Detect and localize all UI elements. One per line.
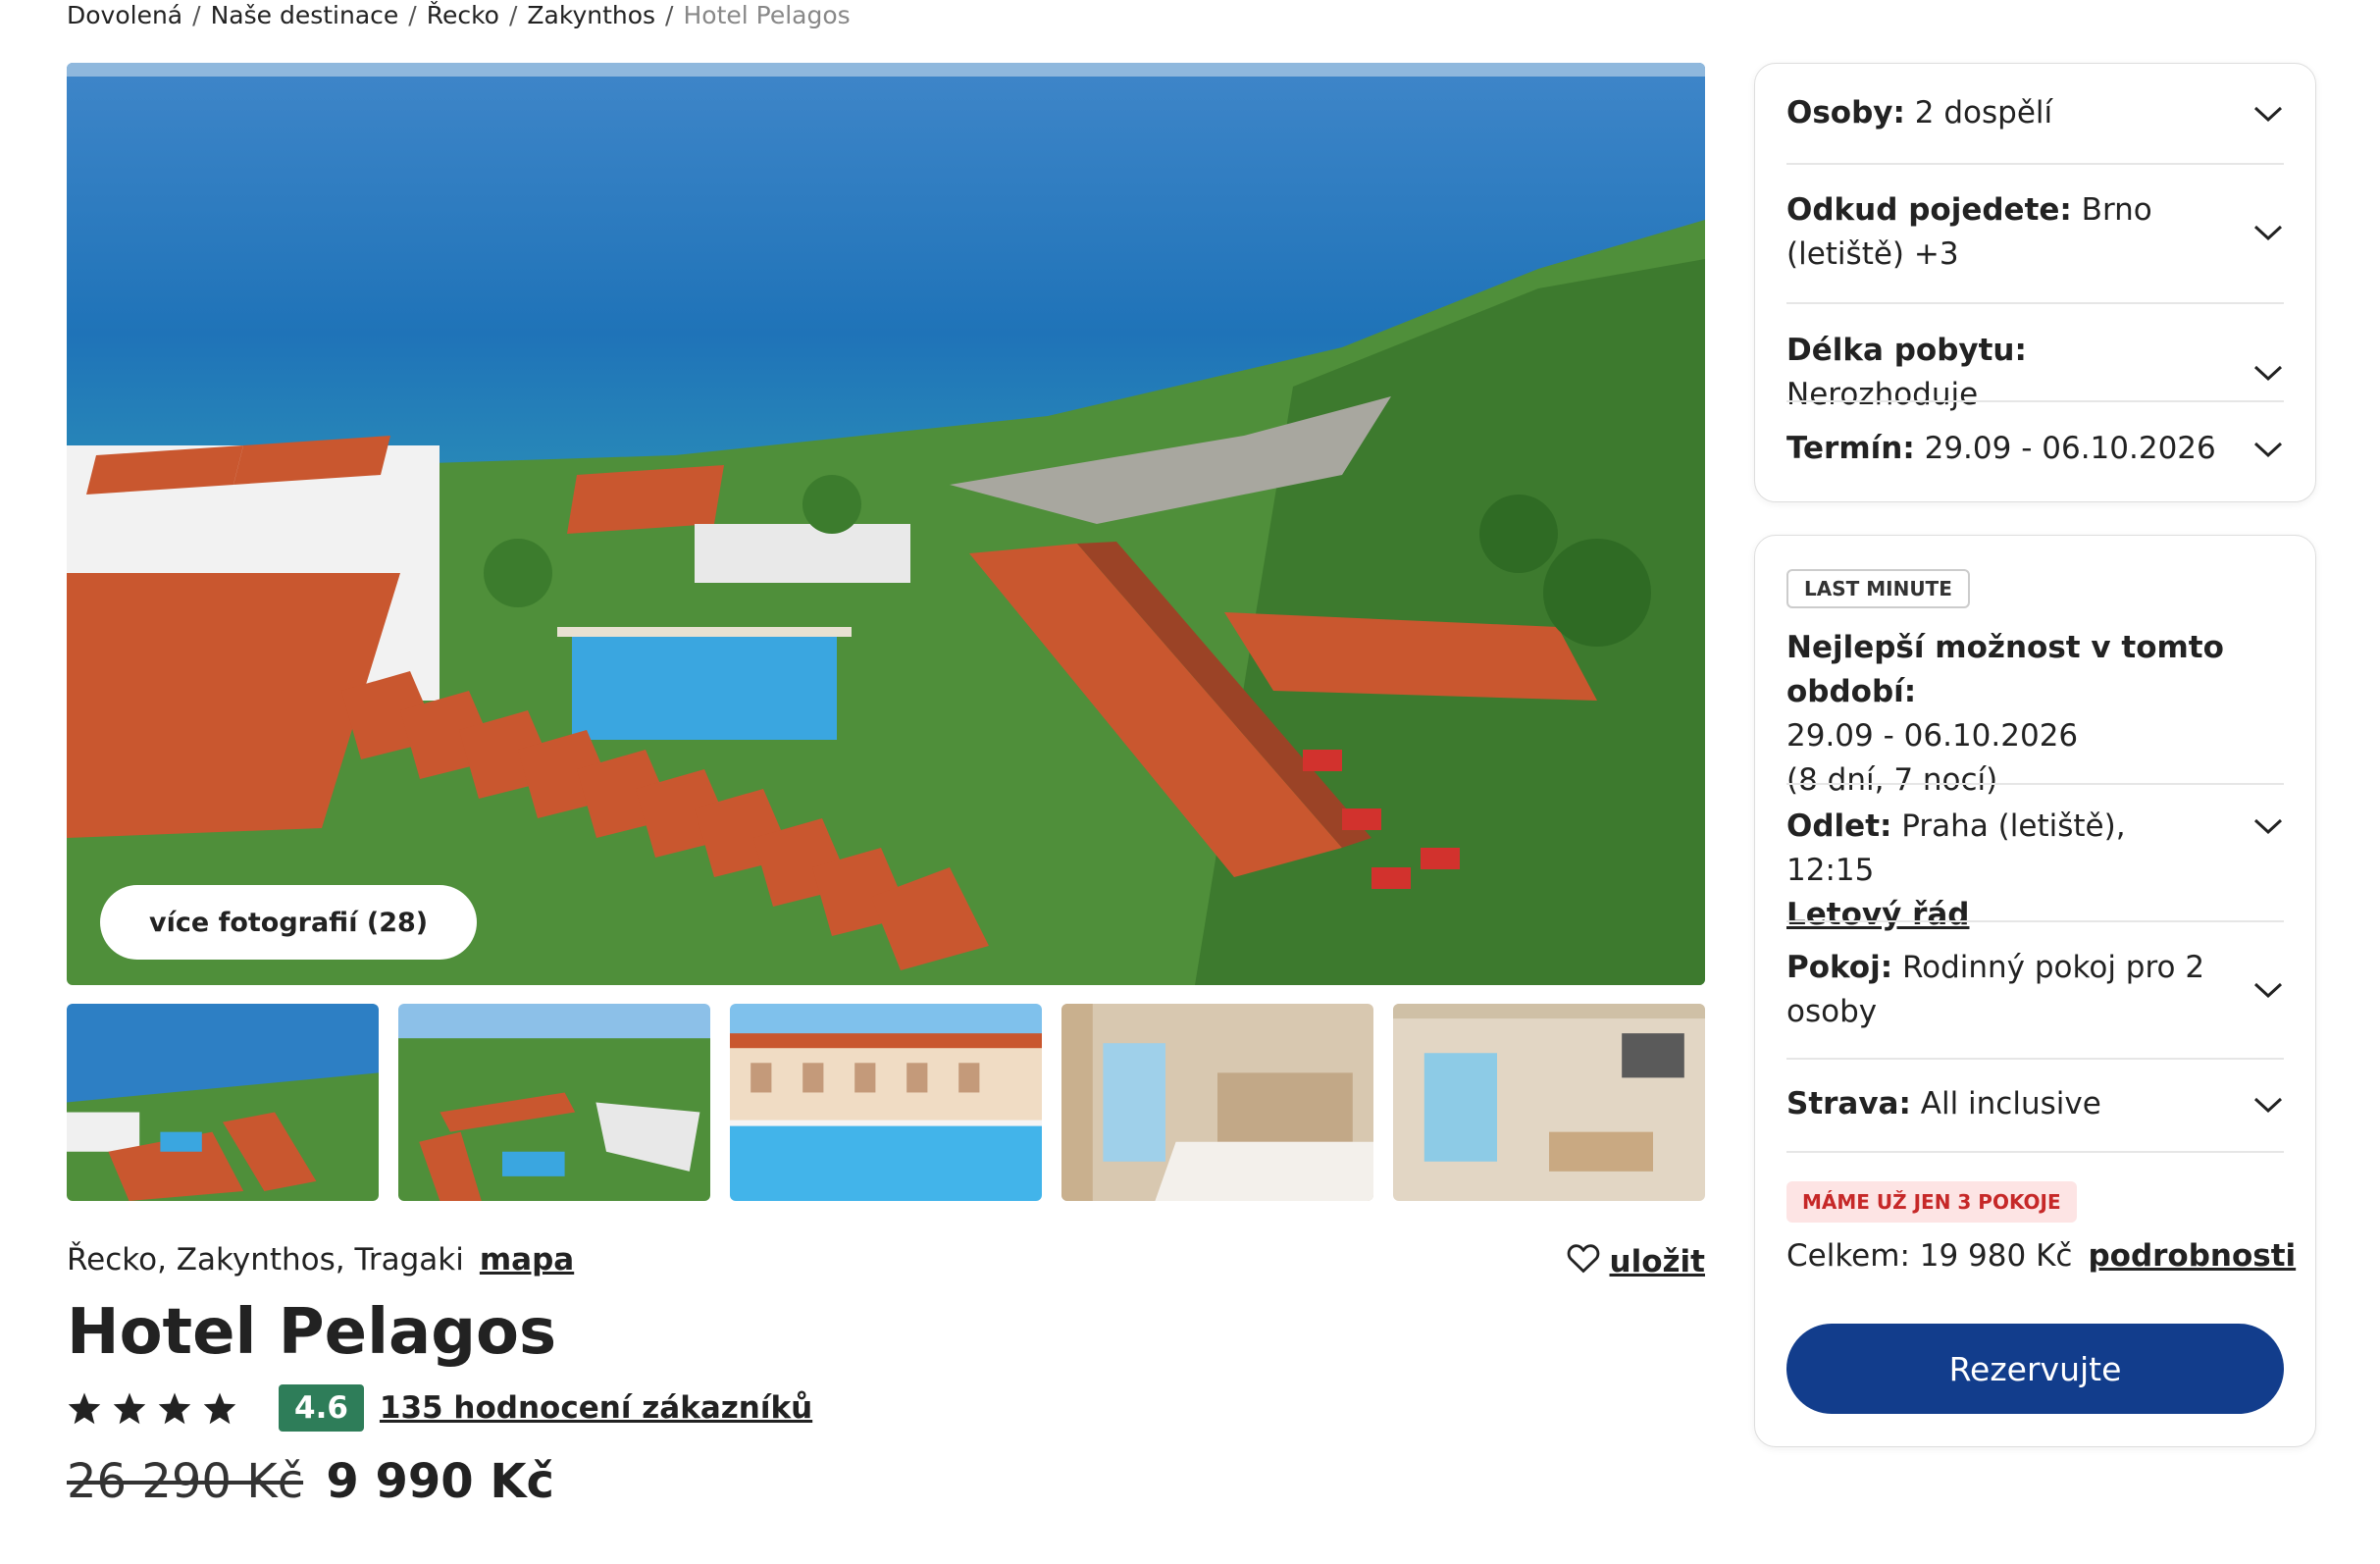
divider [1786, 783, 2284, 785]
total-price: Celkem: 19 980 Kč [1786, 1238, 2073, 1274]
divider [1786, 920, 2284, 922]
chevron-down-icon [2253, 1097, 2283, 1113]
details-link[interactable]: podrobnosti [2088, 1234, 2296, 1278]
thumbnail-room-tv-photo [1393, 1004, 1705, 1201]
hotel-stars [67, 1391, 237, 1425]
stay-length-select[interactable]: Délka pobytu: Nerozhoduje [1786, 329, 2284, 417]
thumbnail-pool-photo [730, 1004, 1042, 1201]
divider [1786, 1151, 2284, 1153]
hotel-aerial-photo [67, 63, 1705, 985]
best-option-dates: 29.09 - 06.10.2026 [1786, 718, 2079, 754]
divider [1786, 400, 2284, 402]
hotel-location: Řecko, Zakynthos, Tragaki mapa [67, 1242, 574, 1277]
old-price: 26 290 Kč [67, 1454, 304, 1509]
more-photos-button[interactable]: více fotografií (28) [100, 885, 478, 960]
save-button[interactable]: uložit [1567, 1242, 1705, 1281]
chevron-down-icon [2253, 225, 2283, 241]
persons-label: Osoby: [1786, 95, 1905, 130]
flight-schedule-link[interactable]: Letový řád [1786, 893, 2218, 937]
breadcrumb-link-zakynthos[interactable]: Zakynthos [527, 1, 655, 29]
last-minute-badge: LAST MINUTE [1786, 569, 1970, 608]
departure-city-select[interactable]: Odkud pojedete: Brno (letiště) +3 [1786, 188, 2284, 277]
persons-value: 2 dospělí [1914, 95, 2053, 130]
term-select[interactable]: Termín: 29.09 - 06.10.2026 [1786, 427, 2284, 471]
offer-card: LAST MINUTE Nejlepší možnost v tomto obd… [1754, 535, 2316, 1447]
breadcrumb-separator: / [408, 1, 417, 29]
search-card: Osoby: 2 dospělí Odkud pojedete: Brno (l… [1754, 63, 2316, 502]
chevron-down-icon [2253, 442, 2283, 457]
rating-badge: 4.6 [279, 1384, 364, 1432]
persons-select[interactable]: Osoby: 2 dospělí [1786, 91, 2284, 135]
departure-select[interactable]: Odlet: Praha (letiště), 12:15 Letový řád [1786, 805, 2284, 937]
map-link[interactable]: mapa [480, 1242, 574, 1277]
star-icon [158, 1392, 191, 1425]
thumbnail-1[interactable] [67, 1004, 379, 1201]
thumbnail-3[interactable] [730, 1004, 1042, 1201]
reserve-button[interactable]: Rezervujte [1786, 1324, 2284, 1414]
length-value: Nerozhoduje [1786, 377, 1979, 412]
breadcrumb: Dovolená / Naše destinace / Řecko / Zakynthos /… [67, 0, 851, 33]
departure-label: Odlet: [1786, 808, 1892, 844]
hotel-name: Hotel Pelagos [67, 1296, 557, 1369]
chevron-down-icon [2253, 818, 2283, 835]
best-option-length: (8 dní, 7 nocí) [1786, 762, 1998, 798]
breadcrumb-separator: / [192, 1, 201, 29]
thumbnail-aerial-sea-photo [67, 1004, 379, 1201]
breadcrumb-link-destinations[interactable]: Naše destinace [211, 1, 399, 29]
board-value: All inclusive [1920, 1086, 2101, 1121]
reviews-link[interactable]: 135 hodnocení zákazníků [380, 1390, 812, 1426]
from-label: Odkud pojedete: [1786, 192, 2072, 228]
board-label: Strava: [1786, 1086, 1911, 1121]
star-icon [68, 1392, 101, 1425]
thumbnail-2[interactable] [398, 1004, 710, 1201]
save-label: uložit [1609, 1244, 1705, 1279]
term-label: Termín: [1786, 431, 1915, 466]
price-row: 26 290 Kč 9 990 Kč [67, 1450, 554, 1513]
room-select[interactable]: Pokoj: Rodinný pokoj pro 2 osoby [1786, 946, 2284, 1034]
breadcrumb-link-vacation[interactable]: Dovolená [67, 1, 182, 29]
star-icon [113, 1392, 146, 1425]
divider [1786, 302, 2284, 304]
best-option: Nejlepší možnost v tomto období: 29.09 -… [1786, 626, 2284, 803]
chevron-down-icon [2253, 365, 2283, 382]
term-value: 29.09 - 06.10.2026 [1924, 431, 2216, 466]
divider [1786, 163, 2284, 165]
divider [1786, 1058, 2284, 1060]
thumbnail-5[interactable] [1393, 1004, 1705, 1201]
location-text: Řecko, Zakynthos, Tragaki [67, 1242, 464, 1277]
breadcrumb-separator: / [508, 1, 518, 29]
breadcrumb-current: Hotel Pelagos [683, 1, 851, 29]
thumbnail-aerial-land-photo [398, 1004, 710, 1201]
hero-photo[interactable]: více fotografií (28) [67, 63, 1705, 985]
chevron-down-icon [2253, 106, 2283, 122]
best-option-title: Nejlepší možnost v tomto období: [1786, 630, 2224, 709]
total-price-row: Celkem: 19 980 Kč podrobnosti [1786, 1234, 2296, 1278]
length-label: Délka pobytu: [1786, 333, 2027, 368]
star-icon [203, 1392, 236, 1425]
chevron-down-icon [2253, 982, 2283, 999]
board-select[interactable]: Strava: All inclusive [1786, 1082, 2284, 1126]
heart-icon [1567, 1242, 1600, 1281]
breadcrumb-separator: / [665, 1, 674, 29]
photo-thumbnails [67, 1004, 1705, 1201]
thumbnail-room-photo [1061, 1004, 1373, 1201]
rooms-left-badge: MÁME UŽ JEN 3 POKOJE [1786, 1181, 2077, 1223]
room-label: Pokoj: [1786, 950, 1893, 985]
breadcrumb-link-greece[interactable]: Řecko [427, 1, 499, 29]
new-price: 9 990 Kč [326, 1454, 555, 1509]
rating-row: 4.6 135 hodnocení zákazníků [67, 1383, 812, 1433]
thumbnail-4[interactable] [1061, 1004, 1373, 1201]
